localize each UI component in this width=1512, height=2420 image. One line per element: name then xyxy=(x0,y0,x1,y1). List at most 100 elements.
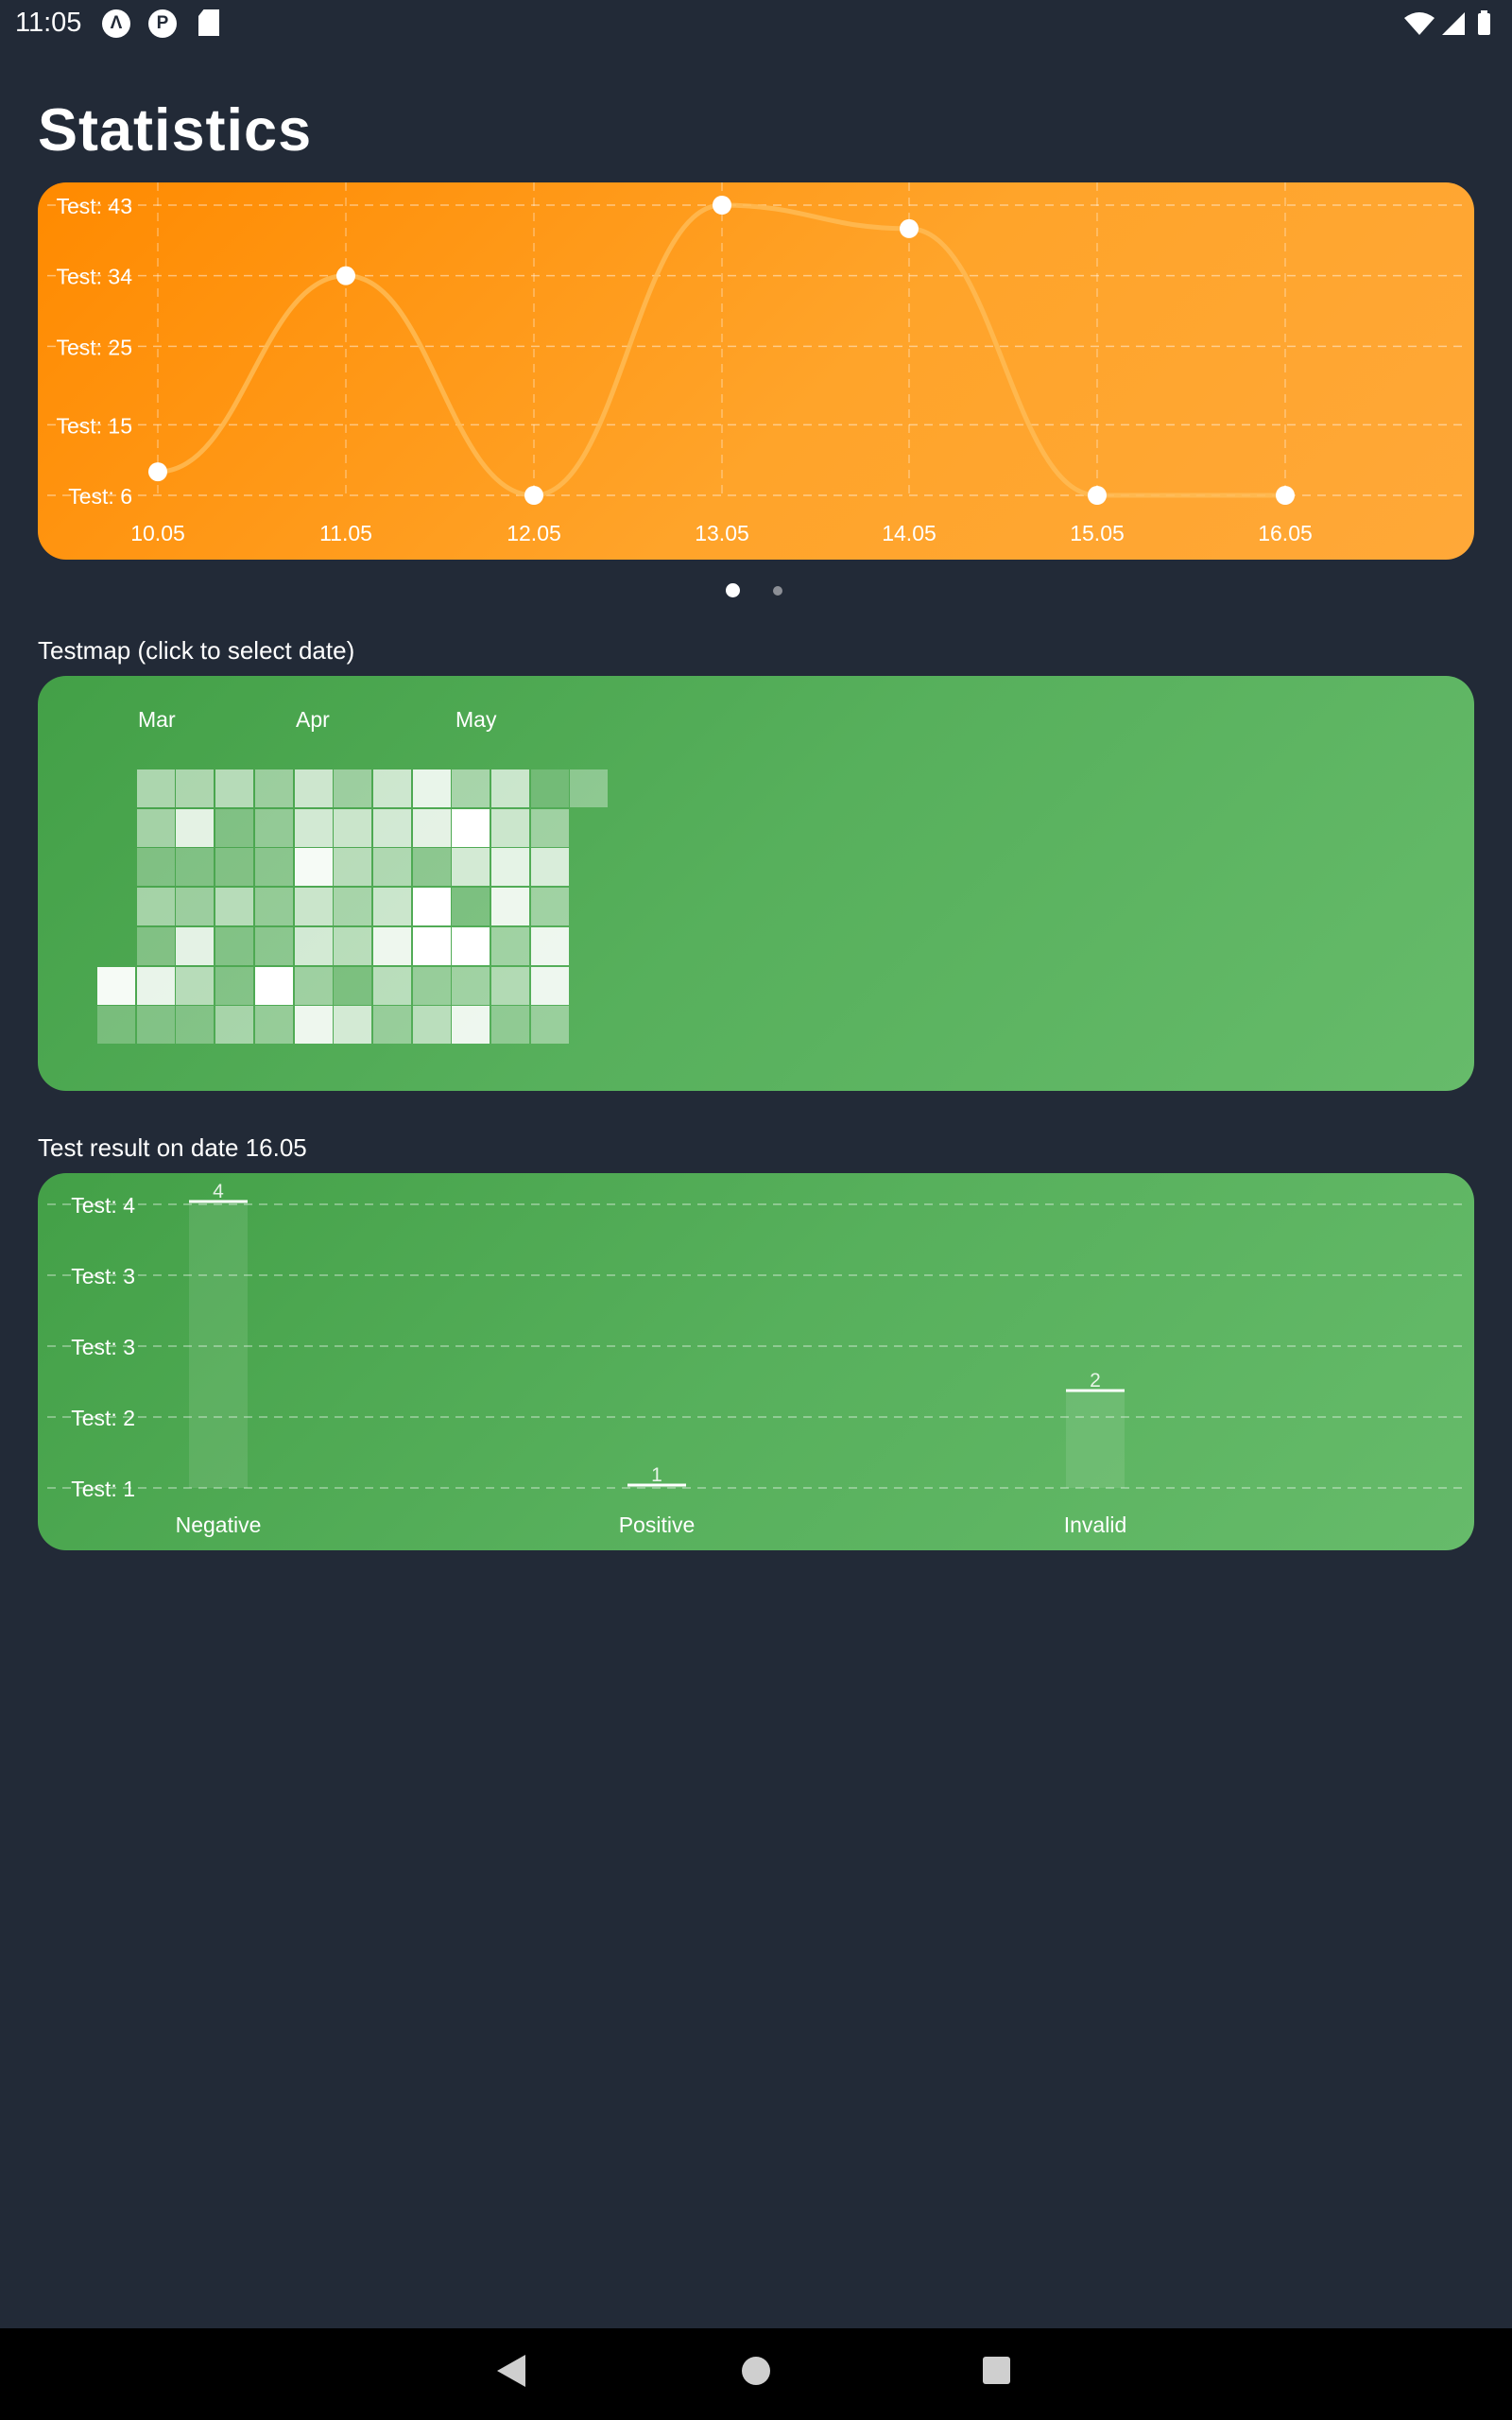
heatmap-cell[interactable] xyxy=(530,888,569,926)
heatmap-cell[interactable] xyxy=(334,769,372,807)
heatmap-cell[interactable] xyxy=(372,808,411,847)
heatmap-cell[interactable] xyxy=(254,966,293,1005)
category-label: Negative xyxy=(176,1512,262,1537)
heatmap-cell[interactable] xyxy=(334,808,372,847)
y-tick-label: Test: 3 xyxy=(71,1264,135,1288)
heatmap-cell[interactable] xyxy=(491,848,529,887)
heatmap-cell[interactable] xyxy=(452,926,490,965)
heatmap-cell[interactable] xyxy=(530,808,569,847)
heatmap-cell[interactable] xyxy=(372,888,411,926)
heatmap-cell[interactable] xyxy=(491,966,529,1005)
data-point xyxy=(900,218,919,238)
heatmap-cell[interactable] xyxy=(334,926,372,965)
heatmap-cell[interactable] xyxy=(176,926,215,965)
heatmap-cell[interactable] xyxy=(215,888,254,926)
bar-value-label: 2 xyxy=(1090,1370,1101,1392)
heatmap-cell[interactable] xyxy=(176,769,215,807)
heatmap-cell[interactable] xyxy=(136,966,175,1005)
heatmap-cell[interactable] xyxy=(294,808,333,847)
heatmap-cell[interactable] xyxy=(530,966,569,1005)
heatmap-cell[interactable] xyxy=(254,1006,293,1045)
heatmap-cell[interactable] xyxy=(372,769,411,807)
heatmap-cell[interactable] xyxy=(530,769,569,807)
heatmap-cell[interactable] xyxy=(136,926,175,965)
x-tick-label: 13.05 xyxy=(695,521,749,545)
data-point xyxy=(1276,486,1295,505)
heatmap-cell[interactable] xyxy=(215,808,254,847)
y-tick-label: Test: 3 xyxy=(71,1335,135,1359)
heatmap-cell[interactable] xyxy=(136,1006,175,1045)
heatmap-cell[interactable] xyxy=(294,888,333,926)
heatmap-cell[interactable] xyxy=(452,966,490,1005)
heatmap-cell[interactable] xyxy=(452,1006,490,1045)
heatmap-cell[interactable] xyxy=(372,926,411,965)
heatmap-cell[interactable] xyxy=(412,966,451,1005)
heatmap-cell[interactable] xyxy=(530,848,569,887)
heatmap-cell[interactable] xyxy=(570,769,609,807)
heatmap-cell[interactable] xyxy=(254,769,293,807)
heatmap-cell[interactable] xyxy=(530,1006,569,1045)
pager-dot[interactable] xyxy=(773,586,782,596)
heatmap-cell[interactable] xyxy=(452,769,490,807)
heatmap-cell[interactable] xyxy=(136,808,175,847)
heatmap-cell[interactable] xyxy=(334,888,372,926)
back-icon[interactable] xyxy=(497,2355,525,2387)
heatmap-cell[interactable] xyxy=(294,966,333,1005)
heatmap-cell[interactable] xyxy=(136,769,175,807)
heatmap-cell[interactable] xyxy=(412,1006,451,1045)
heatmap-cell[interactable] xyxy=(215,926,254,965)
heatmap-cell[interactable] xyxy=(97,1006,135,1045)
heatmap-cell[interactable] xyxy=(176,888,215,926)
heatmap-cell[interactable] xyxy=(176,966,215,1005)
heatmap-cell[interactable] xyxy=(215,966,254,1005)
category-label: Invalid xyxy=(1064,1512,1126,1537)
heatmap-cell[interactable] xyxy=(372,966,411,1005)
heatmap-cell[interactable] xyxy=(254,848,293,887)
heatmap-cell[interactable] xyxy=(136,848,175,887)
heatmap-cell[interactable] xyxy=(294,926,333,965)
heatmap-cell[interactable] xyxy=(412,769,451,807)
heatmap-cell[interactable] xyxy=(215,769,254,807)
heatmap-cell[interactable] xyxy=(97,966,135,1005)
heatmap-cell[interactable] xyxy=(491,926,529,965)
heatmap-cell[interactable] xyxy=(215,848,254,887)
heatmap-cell[interactable] xyxy=(334,1006,372,1045)
heatmap-cell[interactable] xyxy=(254,926,293,965)
heatmap-cell[interactable] xyxy=(491,808,529,847)
heatmap-cell[interactable] xyxy=(452,848,490,887)
heatmap-cell[interactable] xyxy=(136,888,175,926)
heatmap-cell[interactable] xyxy=(334,966,372,1005)
heatmap-cell[interactable] xyxy=(176,1006,215,1045)
heatmap-cell[interactable] xyxy=(372,848,411,887)
heatmap-cell[interactable] xyxy=(294,769,333,807)
app-p-icon: P xyxy=(148,9,177,38)
heatmap-cell[interactable] xyxy=(412,926,451,965)
heatmap-cell[interactable] xyxy=(530,926,569,965)
heatmap-cell[interactable] xyxy=(294,848,333,887)
heatmap-cell[interactable] xyxy=(452,888,490,926)
heatmap-cell[interactable] xyxy=(176,848,215,887)
heatmap-cell[interactable] xyxy=(491,769,529,807)
heatmap-cell[interactable] xyxy=(294,1006,333,1045)
home-icon[interactable] xyxy=(742,2357,770,2385)
month-label: May xyxy=(455,707,497,732)
heatmap-cell[interactable] xyxy=(176,808,215,847)
pager-dot-active[interactable] xyxy=(726,583,740,597)
heatmap-cell[interactable] xyxy=(412,848,451,887)
recents-icon[interactable] xyxy=(983,2357,1010,2384)
sd-card-icon xyxy=(198,9,219,36)
heatmap-cell[interactable] xyxy=(412,888,451,926)
heatmap-cell[interactable] xyxy=(215,1006,254,1045)
heatmap-cell[interactable] xyxy=(254,808,293,847)
heatmap-cell[interactable] xyxy=(491,1006,529,1045)
x-tick-label: 15.05 xyxy=(1070,521,1125,545)
bar xyxy=(1066,1391,1125,1488)
heatmap-cell[interactable] xyxy=(334,848,372,887)
heatmap-cell[interactable] xyxy=(254,888,293,926)
line-chart-card[interactable]: Test: 43 Test: 34 Test: 25 Test: 15 Test: 6 1… xyxy=(38,182,1474,560)
heatmap-cell[interactable] xyxy=(412,808,451,847)
heatmap-cell[interactable] xyxy=(452,808,490,847)
line-chart[interactable]: Test: 43 Test: 34 Test: 25 Test: 15 Test: 6 1… xyxy=(38,182,1474,560)
heatmap-cell[interactable] xyxy=(491,888,529,926)
heatmap-cell[interactable] xyxy=(372,1006,411,1045)
